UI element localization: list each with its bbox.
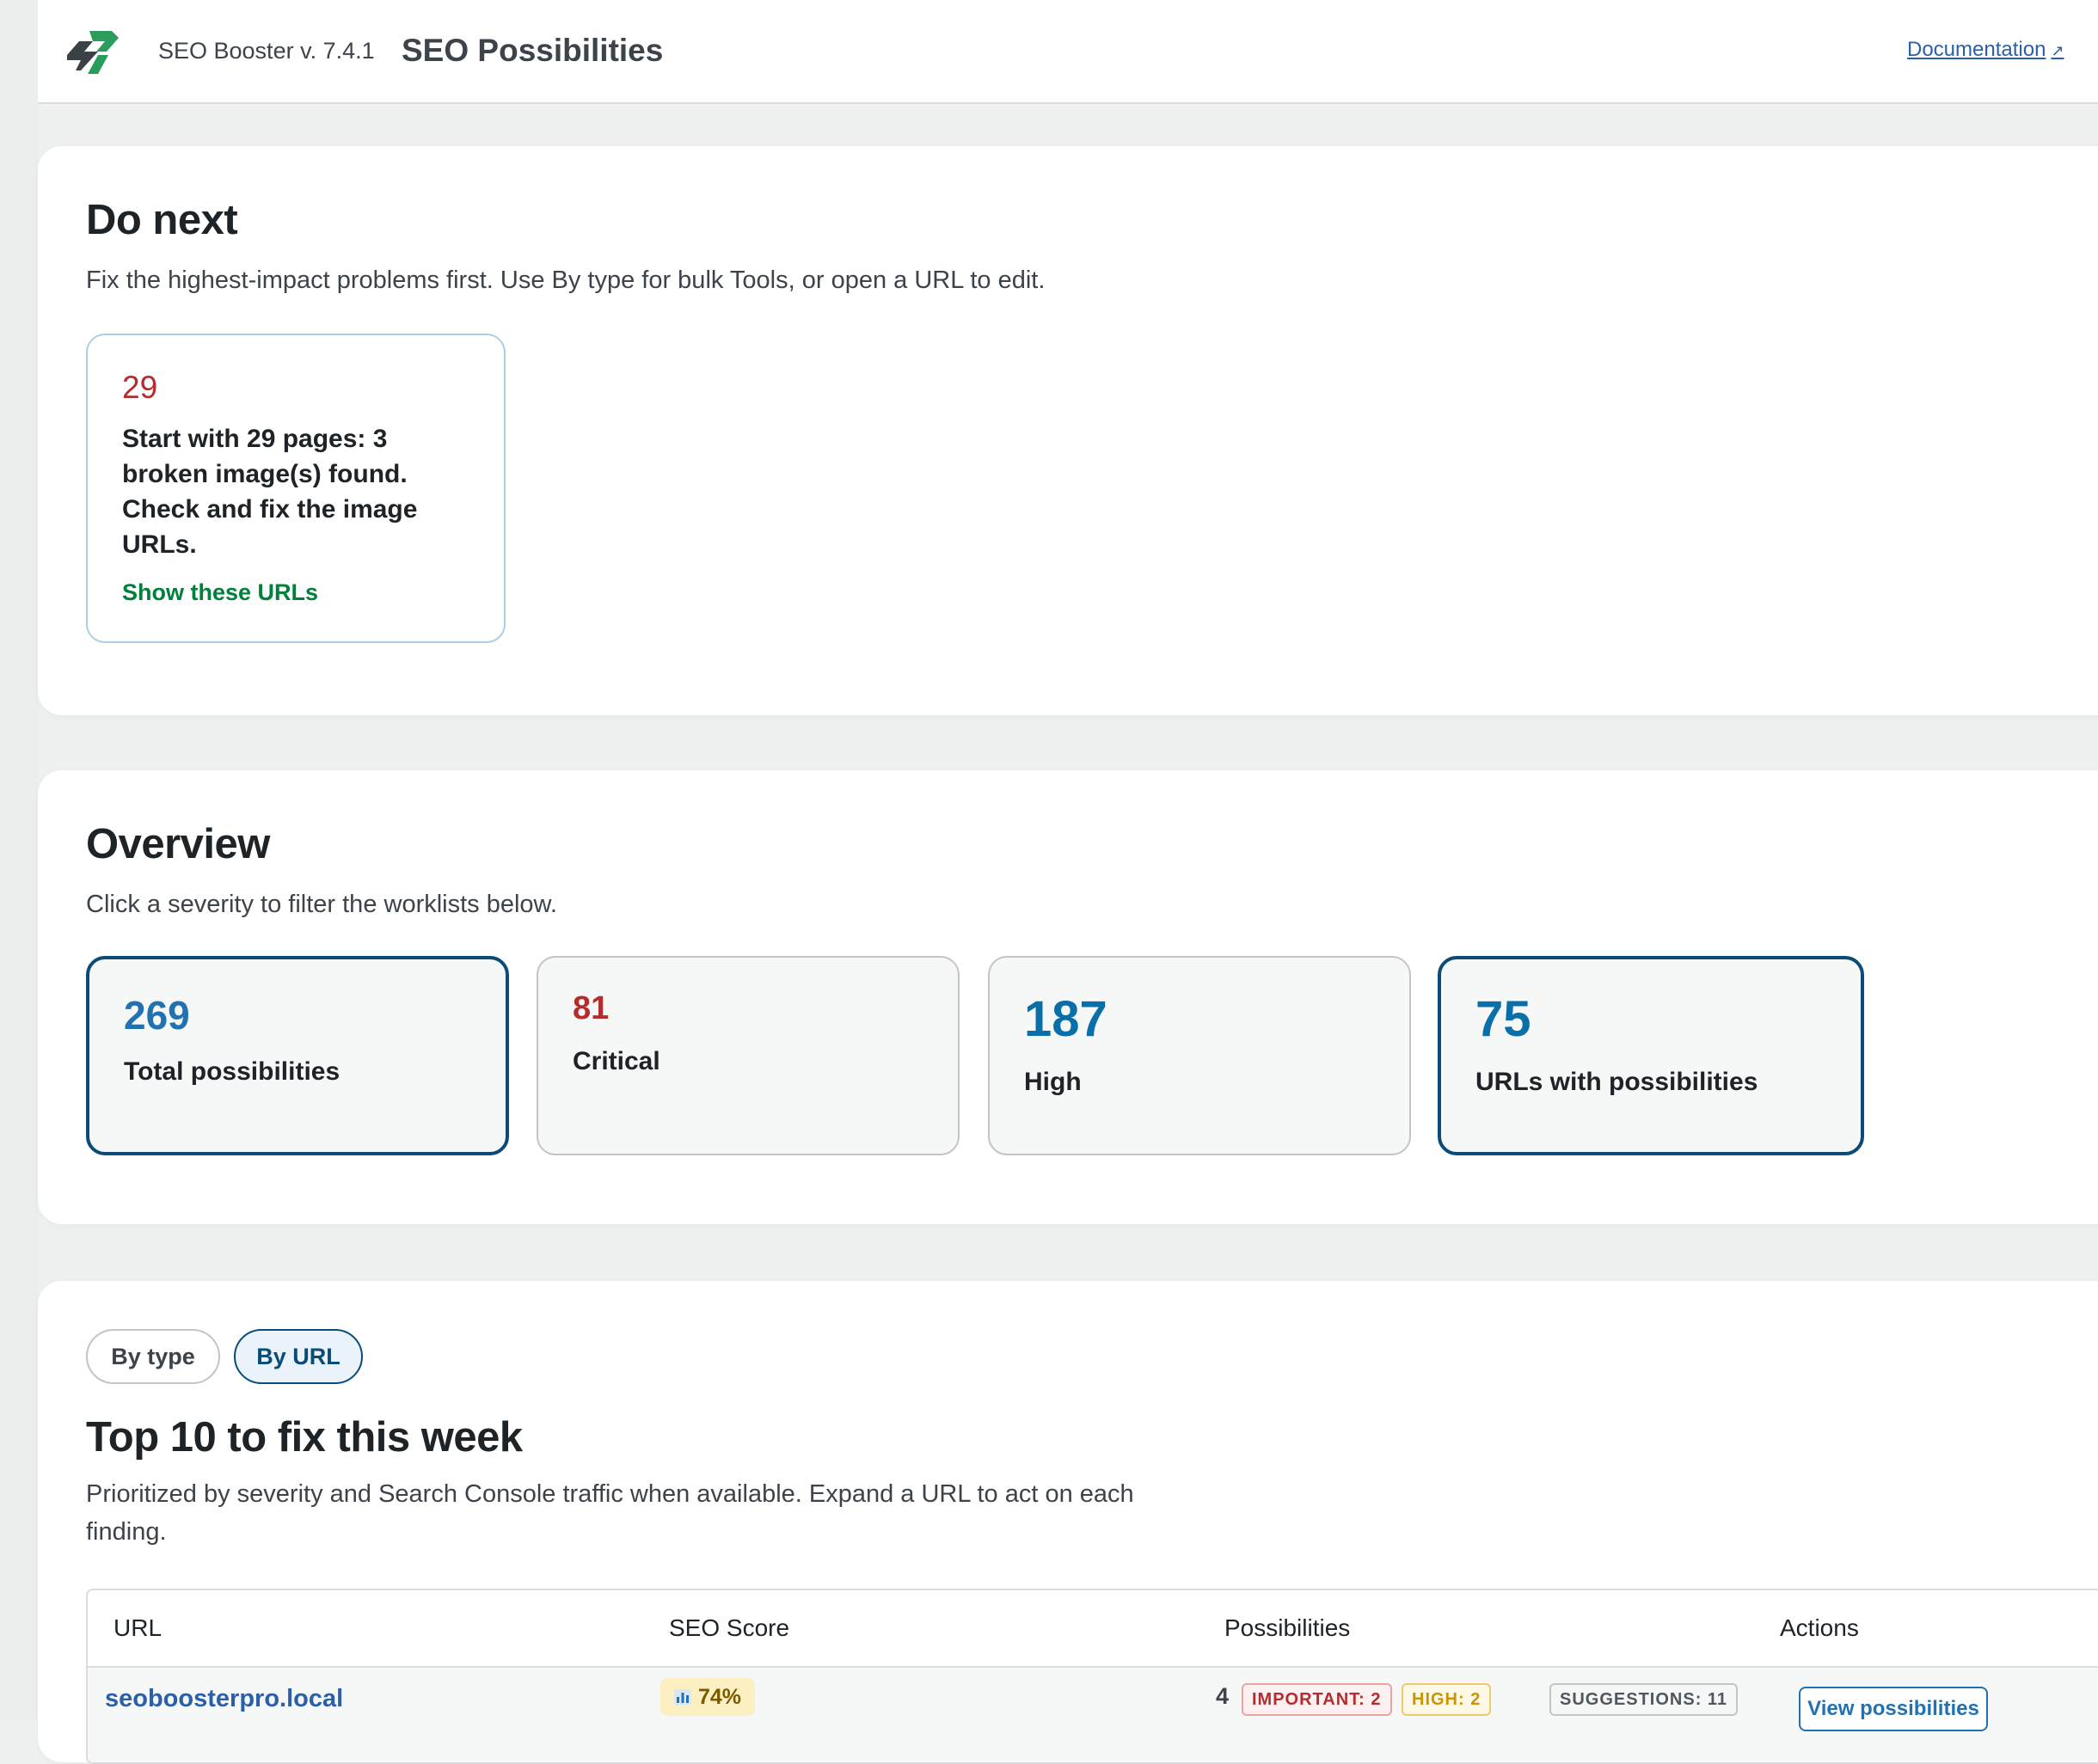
do-next-card: Do next Fix the highest-impact problems …: [38, 146, 2098, 715]
stat-label: High: [1024, 1068, 1082, 1096]
column-header-possibilities: Possibilities: [1224, 1614, 1351, 1641]
stat-value: 269: [124, 993, 190, 1038]
documentation-link[interactable]: Documentation ↗: [1907, 38, 2064, 62]
column-header-url: URL: [113, 1614, 163, 1641]
stat-total-possibilities[interactable]: 269 Total possibilities: [86, 956, 509, 1155]
do-next-count: 29: [122, 370, 158, 405]
do-next-text: Start with 29 pages: 3 broken image(s) f…: [122, 425, 418, 559]
admin-sidebar-edge: [0, 0, 38, 1719]
top-bar: SEO Booster v. 7.4.1 SEO Possibilities D…: [38, 0, 2098, 104]
toggle-by-type[interactable]: By type: [86, 1329, 220, 1384]
stat-label: Critical: [573, 1047, 660, 1075]
worklist-title: Top 10 to fix this week: [86, 1414, 523, 1461]
overview-description: Click a severity to filter the worklists…: [86, 891, 557, 918]
do-next-tile: 29 Start with 29 pages: 3 broken image(s…: [86, 334, 506, 643]
worklist-description: Prioritized by severity and Search Conso…: [86, 1480, 1134, 1546]
stat-urls-with-possibilities[interactable]: 75 URLs with possibilities: [1438, 956, 1864, 1155]
stat-label: Total possibilities: [124, 1057, 340, 1086]
worklist-card: By type By URL Top 10 to fix this week P…: [38, 1281, 2098, 1764]
column-header-seo-score: SEO Score: [669, 1614, 790, 1641]
stat-label: URLs with possibilities: [1475, 1068, 1758, 1096]
stat-critical[interactable]: 81 Critical: [537, 956, 960, 1155]
badge-high: HIGH: 2: [1402, 1683, 1492, 1716]
stat-value: 75: [1475, 991, 1531, 1047]
show-these-urls-link[interactable]: Show these URLs: [122, 579, 318, 606]
stat-value: 187: [1024, 991, 1107, 1047]
badge-important: IMPORTANT: 2: [1242, 1683, 1392, 1716]
table-row: seoboosterpro.local 74% 4 IMPORTANT: 2 H…: [88, 1668, 2098, 1762]
product-name: SEO Booster v. 7.4.1: [158, 38, 375, 64]
do-next-title: Do next: [86, 197, 238, 243]
seo-booster-logo-icon: [67, 31, 119, 74]
table-header: URL SEO Score Possibilities Actions: [88, 1590, 2098, 1668]
documentation-link-label: Documentation: [1907, 38, 2046, 61]
do-next-description: Fix the highest-impact problems first. U…: [86, 266, 1046, 294]
page-title: SEO Possibilities: [402, 33, 664, 68]
toggle-by-url[interactable]: By URL: [234, 1329, 363, 1384]
seo-score-badge: 74%: [660, 1678, 756, 1716]
bar-chart-icon: [674, 1689, 691, 1705]
overview-title: Overview: [86, 821, 270, 867]
stat-high[interactable]: 187 High: [988, 956, 1411, 1155]
row-url-link[interactable]: seoboosterpro.local: [105, 1685, 343, 1713]
overview-card: Overview Click a severity to filter the …: [38, 770, 2098, 1224]
view-possibilities-button[interactable]: View possibilities: [1799, 1687, 1988, 1731]
badge-suggestions: SUGGESTIONS: 11: [1549, 1683, 1739, 1716]
seo-score-value: 74%: [698, 1684, 742, 1709]
stat-value: 81: [573, 990, 610, 1026]
url-table: URL SEO Score Possibilities Actions seob…: [86, 1589, 2098, 1764]
column-header-actions: Actions: [1780, 1614, 1859, 1641]
possibility-count: 4: [1216, 1683, 1230, 1709]
external-link-icon: ↗: [2051, 42, 2064, 59]
